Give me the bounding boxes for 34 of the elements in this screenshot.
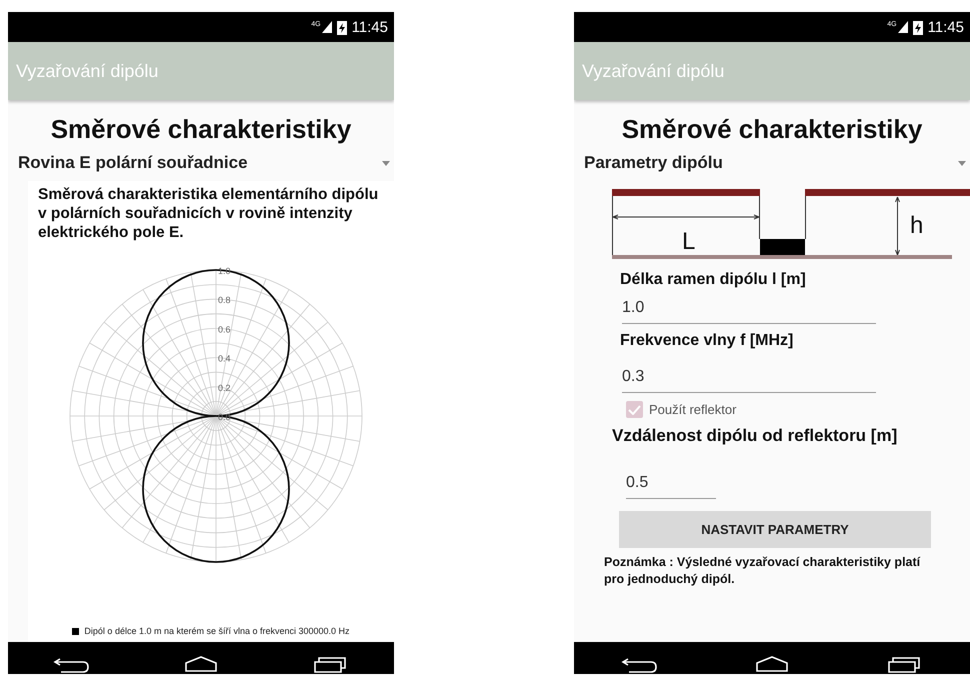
- battery-charging-icon: [912, 20, 923, 34]
- signal-icon: [322, 21, 332, 33]
- input-field[interactable]: 0.3: [622, 364, 876, 393]
- note-text: Poznámka : Výsledné vyzařovací charakteristiky platí pro jednoduchý dipól.: [604, 554, 922, 588]
- field-label: Frekvence vlny f [MHz]: [620, 332, 794, 350]
- page-heading: Směrové charakteristiky: [620, 114, 924, 145]
- radial-tick-label: 0.0: [218, 412, 231, 422]
- field-label: Vzdálenost dipólu od reflektoru [m]: [612, 426, 898, 446]
- dipole-diagram-drawing: L h: [612, 187, 970, 263]
- radial-tick-label: 0.8: [218, 295, 231, 306]
- app-title: Vyzařování dipólu: [582, 60, 724, 82]
- legend-label: Dipól o délce 1.0 m na kterém se šíří vlna o frekvenci 300000.0 Hz: [84, 626, 350, 636]
- checkbox-label: Použít reflektor: [649, 402, 736, 417]
- field-label: Délka ramen dipólu l [m]: [620, 271, 807, 289]
- dropdown-caret-icon: [382, 160, 390, 166]
- dropdown-caret-icon: [958, 160, 966, 166]
- section-dropdown[interactable]: Parametry dipólu: [574, 153, 970, 173]
- signal-icon: [898, 21, 908, 33]
- recent-apps-icon[interactable]: [885, 655, 923, 673]
- page-heading: Směrové charakteristiky: [50, 114, 352, 145]
- legend-marker-icon: [72, 628, 80, 634]
- section-dropdown[interactable]: Rovina E polární souřadnice: [8, 153, 394, 173]
- radial-tick-label: 0.4: [218, 354, 231, 364]
- clock-time: 11:45: [928, 18, 964, 36]
- app-title: Vyzařování dipólu: [16, 60, 158, 82]
- home-icon[interactable]: [753, 655, 791, 673]
- input-field[interactable]: 1.0: [622, 295, 876, 324]
- clock-time: 11:45: [352, 18, 388, 36]
- input-field[interactable]: 0.5: [626, 470, 716, 499]
- radial-tick-label: 0.2: [218, 382, 231, 393]
- battery-charging-icon: [336, 20, 347, 34]
- set-parameters-button[interactable]: NASTAVIT PARAMETRY: [619, 511, 931, 548]
- chart-title: Směrová charakteristika elementárního dipólu v polárních souřadnicích v rovině intenzity elektrického pole E.: [38, 185, 380, 242]
- radial-tick-label: 0.6: [218, 324, 231, 334]
